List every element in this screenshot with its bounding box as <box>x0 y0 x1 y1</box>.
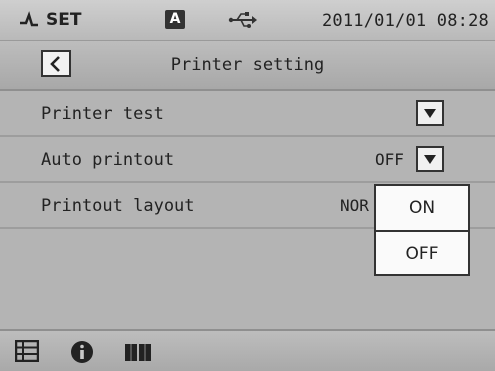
setting-label: Printout layout <box>41 196 195 216</box>
triangle-down-icon <box>424 154 436 164</box>
mode-indicator: SET <box>18 9 81 31</box>
printer-test-dropdown-button[interactable] <box>416 100 444 126</box>
option-off[interactable]: OFF <box>376 232 468 276</box>
setting-label: Printer test <box>41 104 164 124</box>
bottom-bar <box>0 329 495 371</box>
setting-value: NOR <box>340 196 369 215</box>
triangle-down-icon <box>424 108 436 118</box>
page-title: Printer setting <box>170 55 325 75</box>
datetime: 2011/01/01 08:28 <box>322 11 489 31</box>
mode-badge: A <box>165 10 185 29</box>
option-on[interactable]: ON <box>376 186 468 230</box>
title-bar: Printer setting <box>0 41 495 91</box>
list-icon[interactable] <box>15 340 39 362</box>
probe-icon <box>20 11 38 27</box>
mode-label: SET <box>46 10 82 30</box>
status-bar: SET A 2011/01/01 08:28 <box>0 0 495 41</box>
auto-printout-dropdown-button[interactable] <box>416 146 444 172</box>
setting-label: Auto printout <box>41 150 175 170</box>
device-screen: SET A 2011/01/01 08:28 Printer setting P… <box>0 0 495 371</box>
info-icon[interactable] <box>70 340 94 364</box>
book-icon[interactable] <box>124 342 152 362</box>
setting-row-auto-printout[interactable]: Auto printout OFF <box>0 137 495 183</box>
usb-icon <box>228 12 257 28</box>
dropdown-popup: ON OFF <box>374 184 470 276</box>
setting-row-printer-test[interactable]: Printer test <box>0 91 495 137</box>
setting-value: OFF <box>375 150 404 169</box>
